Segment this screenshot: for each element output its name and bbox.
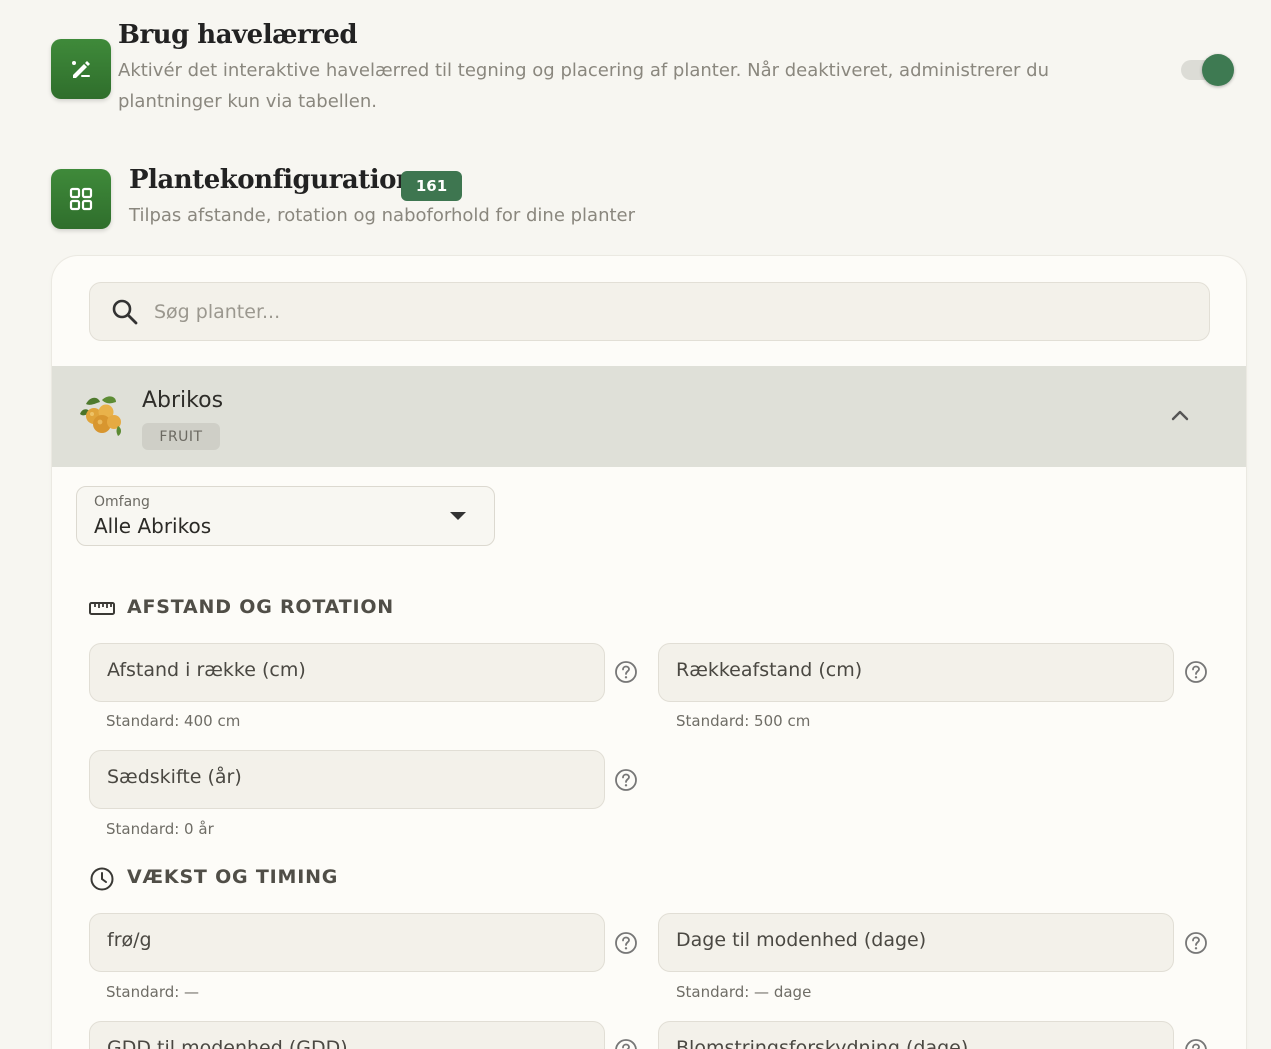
settings-page: Brug havelærred Aktivér det interaktive … — [0, 0, 1271, 1049]
help-icon[interactable] — [614, 768, 638, 792]
help-icon[interactable] — [1184, 931, 1208, 955]
default-value-text: Standard: 0 år — [106, 820, 214, 838]
caret-down-icon — [450, 512, 466, 520]
default-value-text: Standard: 400 cm — [106, 712, 241, 730]
row-spacing-field[interactable]: Rækkeafstand (cm) — [658, 643, 1174, 702]
field-label: Rækkeafstand (cm) — [676, 659, 863, 681]
default-value-text: Standard: — — [106, 983, 200, 1001]
field-label: Sædskifte (år) — [107, 766, 242, 788]
canvas-setting-title: Brug havelærred — [118, 20, 358, 50]
field-label: Dage til modenhed (dage) — [676, 929, 927, 951]
seeds-per-gram-field[interactable]: frø/g — [89, 913, 605, 972]
default-value-text: Standard: — dage — [676, 983, 812, 1001]
scope-label: Omfang — [94, 494, 150, 510]
gdd-to-maturity-field[interactable]: GDD til modenhed (GDD) — [89, 1021, 605, 1049]
crop-rotation-field[interactable]: Sædskifte (år) — [89, 750, 605, 809]
chevron-up-icon[interactable] — [1168, 404, 1192, 428]
default-value-text: Standard: 500 cm — [676, 712, 811, 730]
field-label: Blomstringsforskydning (dage) — [676, 1037, 969, 1049]
search-bar — [89, 282, 1210, 341]
flowering-offset-field[interactable]: Blomstringsforskydning (dage) — [658, 1021, 1174, 1049]
help-icon[interactable] — [1184, 1038, 1208, 1049]
plant-count-badge: 161 — [401, 171, 462, 201]
grid-icon — [51, 169, 111, 229]
plant-name: Abrikos — [142, 388, 224, 413]
field-label: GDD til modenhed (GDD) — [107, 1037, 348, 1049]
field-label: Afstand i række (cm) — [107, 659, 306, 681]
spacing-group-title: AFSTAND OG ROTATION — [127, 596, 394, 618]
field-label: frø/g — [107, 929, 152, 951]
scope-value: Alle Abrikos — [94, 514, 212, 538]
search-input[interactable] — [152, 299, 1152, 324]
plant-config-card: Abrikos FRUIT Omfang Alle Abrikos AFSTAN… — [52, 256, 1246, 1049]
scope-select[interactable]: Omfang Alle Abrikos — [76, 486, 495, 546]
plant-config-title: Plantekonfiguration — [129, 165, 415, 195]
canvas-edit-icon — [51, 39, 111, 99]
plant-accordion-header[interactable]: Abrikos FRUIT — [52, 366, 1246, 467]
plant-config-description: Tilpas afstande, rotation og naboforhold… — [129, 205, 636, 226]
days-to-maturity-field[interactable]: Dage til modenhed (dage) — [658, 913, 1174, 972]
apricot-icon — [80, 396, 121, 436]
ruler-icon — [89, 602, 115, 615]
growth-group-title: VÆKST OG TIMING — [127, 866, 339, 888]
search-icon — [112, 299, 138, 324]
clock-icon — [90, 867, 114, 891]
canvas-setting-description: Aktivér det interaktive havelærred til t… — [118, 60, 1049, 112]
help-icon[interactable] — [614, 931, 638, 955]
toggle-knob — [1202, 54, 1234, 86]
plant-category-tag: FRUIT — [142, 423, 220, 450]
help-icon[interactable] — [1184, 660, 1208, 684]
help-icon[interactable] — [614, 660, 638, 684]
canvas-toggle[interactable] — [1181, 54, 1234, 86]
help-icon[interactable] — [614, 1038, 638, 1049]
in-row-spacing-field[interactable]: Afstand i række (cm) — [89, 643, 605, 702]
